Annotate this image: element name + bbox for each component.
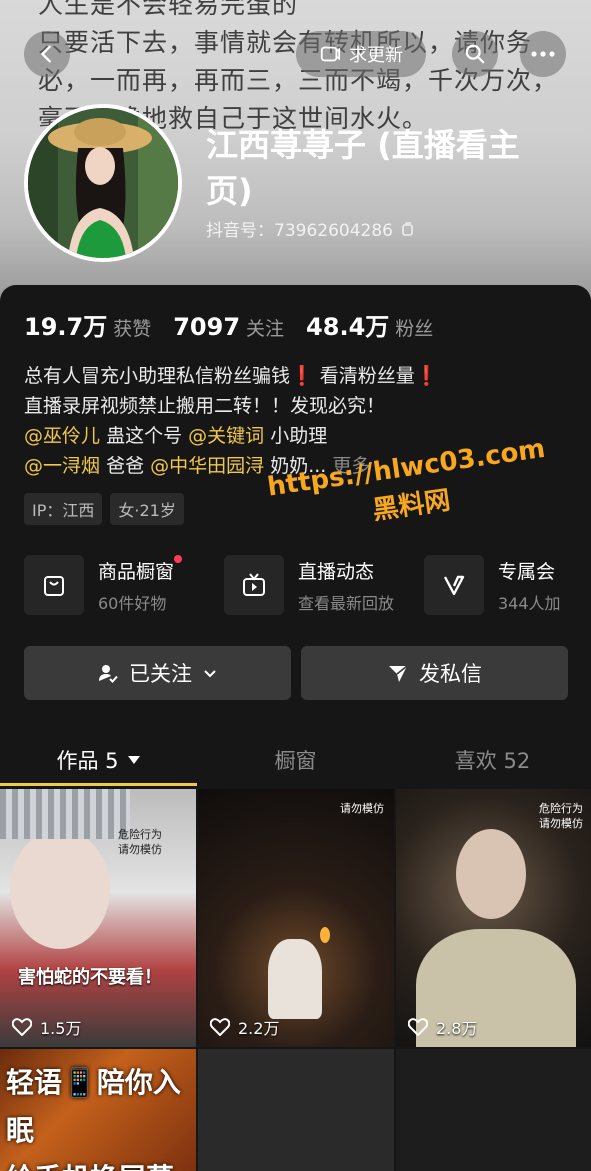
- service-title: 专属会: [498, 560, 556, 583]
- shopping-bag-icon: [24, 555, 84, 615]
- video-tile[interactable]: [198, 1049, 394, 1171]
- service-title: 直播动态: [298, 560, 375, 583]
- douyin-id-text: 抖音号：73962604286: [206, 221, 393, 241]
- video-likes: 1.5万: [12, 1015, 81, 1039]
- safety-warning: 请勿模仿: [340, 802, 384, 815]
- stat-value: 7097: [173, 313, 241, 341]
- bio-text: 总有人冒充小助理私信粉丝骗钱: [24, 365, 291, 387]
- bio-line-2: 直播录屏视频禁止搬用二转！！发现必究！: [24, 395, 386, 417]
- tab-shop-window[interactable]: 橱窗: [197, 735, 394, 785]
- mention-link[interactable]: @巫伶儿: [24, 425, 100, 447]
- gender-age-chip: 女·21岁: [110, 493, 184, 525]
- profile-actions: 已关注 发私信: [24, 646, 568, 700]
- video-caption: 害怕蛇的不要看！: [18, 967, 162, 988]
- heart-icon: [210, 1018, 230, 1036]
- profile-banner: 人生是不会轻易完蛋的 只要活下去，事情就会有转机所以，请你务必，一而再，再而三，…: [0, 0, 591, 300]
- profile-chips: IP：江西 女·21岁: [24, 493, 184, 525]
- video-thumbnail: [268, 939, 322, 1019]
- stat-label: 粉丝: [395, 318, 434, 340]
- video-tile[interactable]: 轻语📱陪你入眠 给手机换屏幕: [0, 1049, 196, 1171]
- service-subtitle: 查看最新回放: [298, 593, 395, 613]
- stat-label: 获赞: [113, 318, 152, 340]
- tab-works[interactable]: 作品 5: [0, 735, 197, 785]
- video-grid: 危险行为 请勿模仿 害怕蛇的不要看！ 1.5万 请勿模仿 2.2万 危险行为 请…: [0, 789, 591, 1171]
- mention-link[interactable]: @关键词: [188, 425, 264, 447]
- service-shop-window[interactable]: 商品橱窗 60件好物: [24, 554, 224, 615]
- tab-label: 作品 5: [56, 749, 119, 773]
- back-button[interactable]: [24, 31, 70, 77]
- service-subtitle: 60件好物: [98, 593, 167, 613]
- stat-label: 关注: [246, 318, 285, 340]
- video-likes: 2.2万: [210, 1015, 279, 1039]
- video-tile[interactable]: 危险行为 请勿模仿 害怕蛇的不要看！ 1.5万: [0, 789, 196, 1047]
- stat-followers[interactable]: 48.4万 粉丝: [306, 307, 433, 342]
- stat-likes[interactable]: 19.7万 获赞: [24, 307, 151, 342]
- tv-icon: [224, 555, 284, 615]
- mention-link[interactable]: @中华田园浔: [150, 455, 264, 477]
- chevron-left-icon: [41, 45, 51, 63]
- send-message-button[interactable]: 发私信: [301, 646, 568, 700]
- stats-row: 19.7万 获赞 7097 关注 48.4万 粉丝: [24, 307, 455, 342]
- video-tile[interactable]: 请勿模仿 2.2万: [198, 789, 394, 1047]
- video-likes: 2.8万: [408, 1015, 477, 1039]
- stat-value: 48.4万: [306, 313, 390, 341]
- user-check-icon: [99, 665, 118, 683]
- active-tab-indicator: [0, 783, 197, 786]
- profile-name: 江西荨荨子 (直播看主页): [206, 126, 520, 210]
- heart-icon: [408, 1018, 428, 1036]
- likes-count: 2.8万: [436, 1019, 478, 1038]
- video-thumbnail: [456, 829, 526, 919]
- services-row: 商品橱窗 60件好物 直播动态 查看最新回放 专属会 344人加: [24, 554, 591, 615]
- avatar-portrait-image: [28, 108, 178, 258]
- exclamation-icon: ❗: [414, 365, 439, 387]
- likes-count: 2.2万: [238, 1019, 280, 1038]
- likes-count: 1.5万: [40, 1019, 82, 1038]
- request-update-button[interactable]: 求更新: [296, 31, 426, 77]
- bio-text: 蛊这个号: [106, 425, 183, 447]
- bio-text: 看清粉丝量: [319, 365, 415, 387]
- service-title: 商品橱窗: [98, 554, 183, 584]
- update-request-icon: [320, 46, 341, 62]
- send-icon: [389, 665, 408, 682]
- video-tile[interactable]: 危险行为 请勿模仿 2.8万: [396, 789, 591, 1047]
- v-badge-icon: [424, 555, 484, 615]
- more-options-button[interactable]: [520, 31, 566, 77]
- mention-link[interactable]: @一浔烟: [24, 455, 100, 477]
- notification-dot: [174, 554, 183, 563]
- search-button[interactable]: [452, 31, 498, 77]
- heart-icon: [12, 1018, 32, 1036]
- search-icon: [465, 44, 485, 64]
- bio-text: 小助理: [270, 425, 328, 447]
- followed-label: 已关注: [129, 662, 192, 686]
- send-message-label: 发私信: [419, 662, 482, 686]
- video-thumbnail: [10, 829, 110, 949]
- tab-label: 橱窗: [274, 749, 317, 773]
- caret-down-icon: [127, 756, 140, 764]
- douyin-id[interactable]: 抖音号：73962604286: [206, 216, 415, 241]
- stat-following[interactable]: 7097 关注: [173, 313, 284, 341]
- stat-value: 19.7万: [24, 313, 108, 341]
- content-tabs: 作品 5 橱窗 喜欢 52: [0, 735, 591, 785]
- copy-icon[interactable]: [399, 221, 415, 237]
- chevron-down-icon: [204, 670, 216, 678]
- safety-warning: 危险行为 请勿模仿: [539, 802, 583, 830]
- tab-label: 喜欢 52: [454, 749, 531, 773]
- safety-warning: 危险行为 请勿模仿: [118, 828, 162, 856]
- video-caption: 轻语📱陪你入眠 给手机换屏幕: [6, 1066, 181, 1171]
- profile-card: 19.7万 获赞 7097 关注 48.4万 粉丝 总有人冒充小助理私信粉丝骗钱…: [0, 285, 591, 1171]
- service-exclusive-club[interactable]: 专属会 344人加: [424, 555, 591, 615]
- ip-location-chip: IP：江西: [24, 493, 103, 525]
- avatar[interactable]: [24, 104, 182, 262]
- bio-line-1: 总有人冒充小助理私信粉丝骗钱❗ 看清粉丝量❗: [24, 361, 574, 391]
- service-live-updates[interactable]: 直播动态 查看最新回放: [224, 555, 424, 615]
- torch-flame: [320, 927, 330, 943]
- video-tile[interactable]: [396, 1049, 591, 1171]
- service-subtitle: 344人加: [498, 593, 561, 613]
- more-dots-icon: [531, 51, 555, 57]
- request-update-label: 求更新: [349, 45, 403, 66]
- exclamation-icon: ❗: [290, 365, 314, 387]
- followed-button[interactable]: 已关注: [24, 646, 291, 700]
- bio-text: 爸爸: [106, 455, 145, 477]
- tab-likes[interactable]: 喜欢 52: [394, 735, 591, 785]
